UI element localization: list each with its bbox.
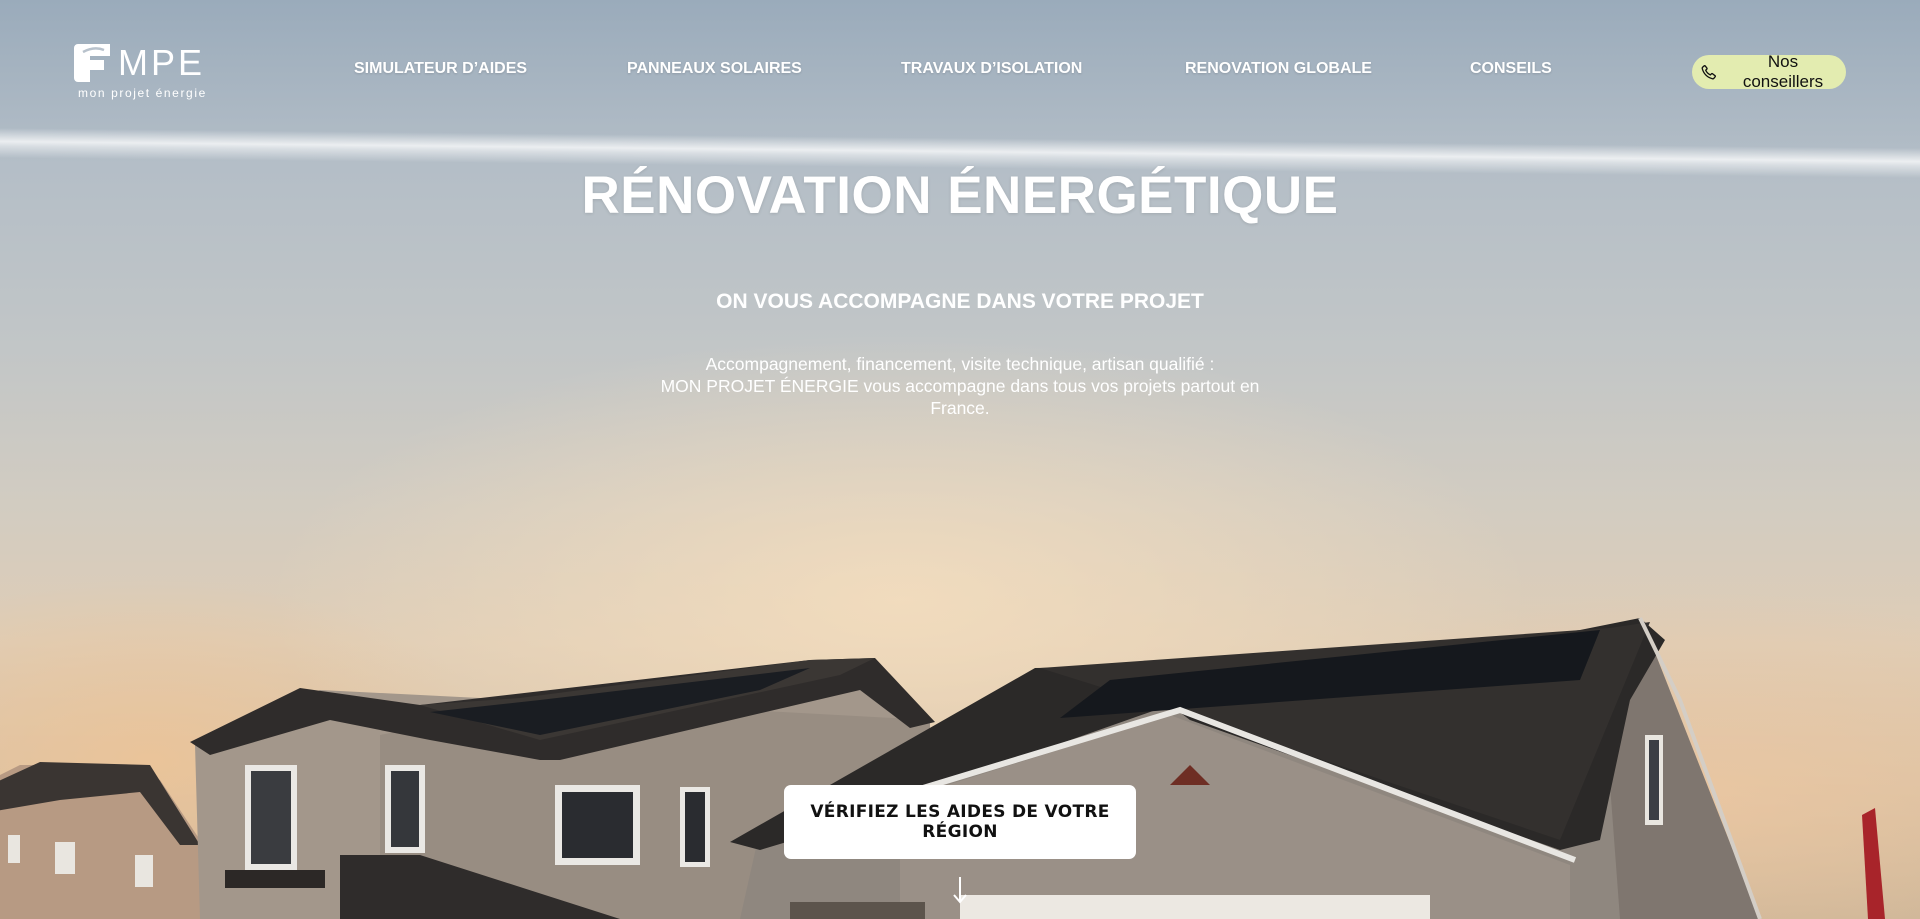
- hero-description-line: MON PROJET ÉNERGIE vous accompagne dans …: [660, 376, 1260, 396]
- contact-advisors-button[interactable]: Nos conseillers: [1692, 52, 1846, 91]
- logo-tagline: mon projet énergie: [78, 86, 207, 100]
- hero-description-line: Accompagnement, financement, visite tech…: [705, 354, 1215, 374]
- nav-item-travaux-isolation[interactable]: TRAVAUX D’ISOLATION: [901, 60, 1082, 78]
- nav-item-simulateur-aides[interactable]: SIMULATEUR D’AIDES: [354, 60, 527, 78]
- contact-advisors-label: Nos conseillers: [1742, 52, 1824, 91]
- nav-item-conseils[interactable]: CONSEILS: [1470, 60, 1552, 78]
- nav-item-panneaux-solaires[interactable]: PANNEAUX SOLAIRES: [627, 60, 802, 78]
- check-regional-aids-button[interactable]: VÉRIFIEZ LES AIDES DE VOTRE RÉGION: [784, 785, 1136, 859]
- hero-background: [0, 0, 1920, 919]
- arrow-down-icon[interactable]: [950, 875, 970, 905]
- hero-subtitle: ON VOUS ACCOMPAGNE DANS VOTRE PROJET: [716, 290, 1204, 313]
- page-title: RÉNOVATION ÉNERGÉTIQUE: [581, 166, 1339, 225]
- main-nav: SIMULATEUR D’AIDES PANNEAUX SOLAIRES TRA…: [0, 60, 1920, 84]
- nav-item-renovation-globale[interactable]: RENOVATION GLOBALE: [1185, 60, 1372, 78]
- phone-icon: [1700, 63, 1718, 81]
- hero-description: Accompagnement, financement, visite tech…: [640, 353, 1280, 419]
- hero-description-line: France.: [930, 398, 990, 418]
- houses-illustration: [0, 617, 1885, 919]
